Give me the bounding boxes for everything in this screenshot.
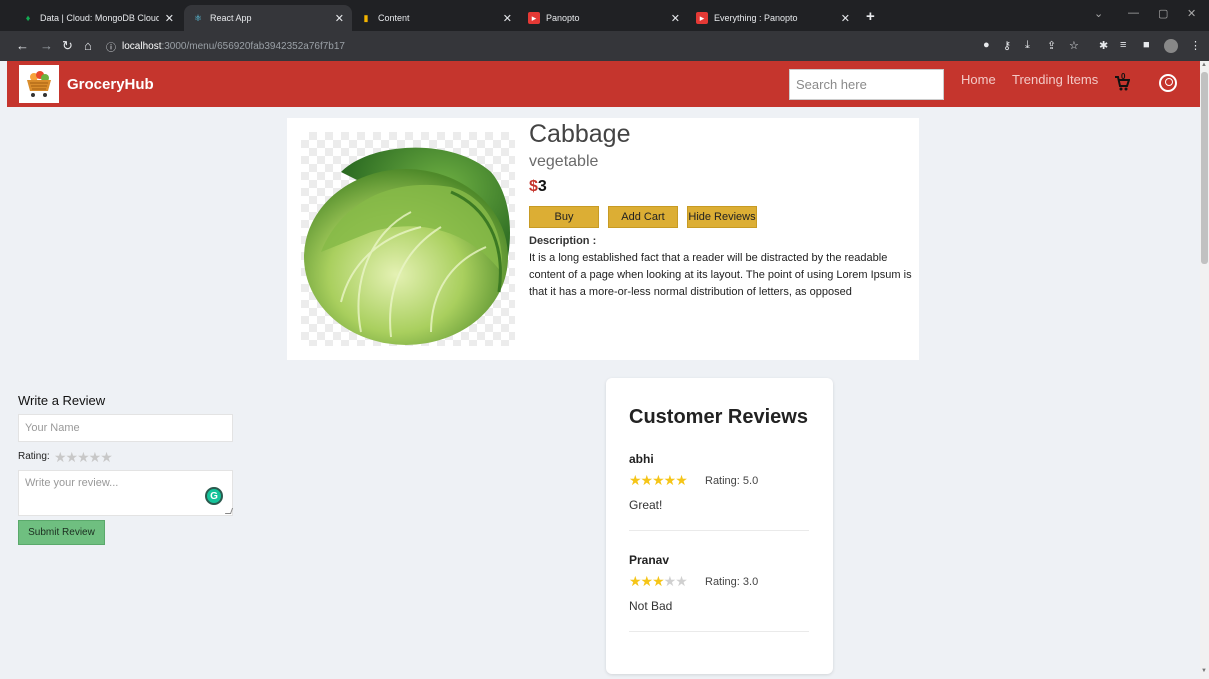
- tab-title: React App: [210, 13, 252, 23]
- reviews-title: Customer Reviews: [629, 406, 808, 428]
- url-host: localhost: [122, 40, 162, 52]
- review-text: Great!: [629, 498, 663, 512]
- reload-icon[interactable]: ↻: [62, 38, 73, 54]
- cart-count-badge: 0: [1121, 72, 1126, 81]
- review-author: abhi: [629, 452, 654, 466]
- address-bar: ← → ↻ ⌂ ⓘ localhost:3000/menu/656920fab3…: [0, 31, 1209, 61]
- add-cart-button[interactable]: Add Cart: [608, 206, 678, 228]
- bookmark-star-icon[interactable]: ☆: [1069, 39, 1079, 52]
- submit-review-button[interactable]: Submit Review: [18, 520, 105, 545]
- profile-avatar[interactable]: [1164, 39, 1178, 53]
- minimize-icon[interactable]: —: [1128, 7, 1139, 19]
- tab-search-icon[interactable]: ⌄: [1094, 7, 1103, 20]
- new-tab-icon[interactable]: +: [866, 8, 875, 25]
- review-author: Pranav: [629, 553, 670, 567]
- scrollbar-thumb[interactable]: [1201, 72, 1208, 264]
- bar-chart-icon: ▮: [363, 12, 369, 23]
- side-panel-icon[interactable]: ■: [1143, 39, 1150, 51]
- review-text-input[interactable]: [18, 470, 233, 516]
- search-input[interactable]: [789, 69, 944, 100]
- close-icon[interactable]: ✕: [841, 12, 850, 25]
- scroll-down-icon[interactable]: ▼: [1201, 668, 1207, 674]
- nav-trending-items[interactable]: Trending Items: [1012, 72, 1098, 87]
- react-icon: ⚛: [193, 12, 203, 23]
- location-icon[interactable]: ●: [983, 39, 990, 51]
- tab-panopto[interactable]: ▸ Panopto ✕: [520, 5, 688, 31]
- review-text: Not Bad: [629, 599, 673, 613]
- review-score: Rating: 5.0: [705, 475, 759, 487]
- close-icon[interactable]: ✕: [165, 12, 174, 25]
- tab-title: Content: [378, 13, 410, 23]
- scroll-up-icon[interactable]: ▲: [1201, 62, 1207, 68]
- description-label: Description :: [529, 235, 597, 247]
- extensions-icon[interactable]: ✱: [1099, 39, 1108, 52]
- grocery-basket-logo[interactable]: [19, 65, 59, 103]
- review-stars: ★★★★★: [629, 472, 688, 488]
- close-icon[interactable]: ✕: [503, 12, 512, 25]
- tab-content[interactable]: ▮ Content ✕: [352, 5, 520, 31]
- restore-icon[interactable]: ▢: [1158, 7, 1168, 20]
- review-score: Rating: 3.0: [705, 576, 759, 588]
- product-category: vegetable: [529, 153, 599, 170]
- grammarly-icon[interactable]: G: [205, 487, 223, 505]
- product-price: $3: [529, 178, 547, 196]
- review-item: Pranav ★★★★★ Rating: 3.0 Not Bad: [629, 553, 809, 633]
- share-icon[interactable]: ⇪: [1047, 39, 1056, 52]
- product-card: Cabbage vegetable $3 Buy Add Cart Hide R…: [287, 118, 919, 360]
- tab-title: Data | Cloud: MongoDB Cloud: [40, 13, 159, 23]
- app-header: GroceryHub Home Trending Items 0: [7, 61, 1200, 107]
- cart-icon[interactable]: 0: [1114, 72, 1131, 94]
- url-field[interactable]: ⓘ localhost:3000/menu/656920fab3942352a7…: [106, 35, 966, 57]
- close-icon[interactable]: ✕: [671, 12, 680, 25]
- home-icon[interactable]: ⌂: [84, 38, 92, 53]
- back-icon[interactable]: ←: [16, 38, 29, 53]
- product-image: [301, 132, 515, 346]
- product-description: It is a long established fact that a rea…: [529, 252, 912, 298]
- divider: [629, 631, 809, 632]
- user-account-icon[interactable]: [1159, 74, 1177, 92]
- price-currency: $: [529, 178, 538, 195]
- review-item: abhi ★★★★★ Rating: 5.0 Great!: [629, 452, 809, 532]
- hide-reviews-button[interactable]: Hide Reviews: [687, 206, 757, 228]
- close-icon[interactable]: ✕: [335, 12, 344, 25]
- install-icon[interactable]: ⤓: [1025, 39, 1030, 52]
- tab-title: Everything : Panopto: [714, 13, 798, 23]
- rating-label: Rating:: [18, 451, 50, 462]
- menu-kebab-icon[interactable]: ⋮: [1190, 39, 1201, 52]
- reviewer-name-input[interactable]: [18, 414, 233, 442]
- tab-react-app[interactable]: ⚛ React App ✕: [184, 5, 352, 31]
- tab-title: Panopto: [546, 13, 580, 23]
- customer-reviews-panel: Customer Reviews abhi ★★★★★ Rating: 5.0 …: [606, 378, 833, 674]
- divider: [629, 530, 809, 531]
- close-window-icon[interactable]: ✕: [1187, 7, 1196, 20]
- tab-mongodb[interactable]: ♦ Data | Cloud: MongoDB Cloud ✕: [14, 5, 182, 31]
- forward-icon[interactable]: →: [40, 38, 53, 53]
- brand-name[interactable]: GroceryHub: [67, 76, 154, 93]
- buy-button[interactable]: Buy: [529, 206, 599, 228]
- rating-star-picker[interactable]: ★★★★★: [54, 449, 113, 466]
- product-name: Cabbage: [529, 120, 631, 148]
- tab-everything-panopto[interactable]: ▸ Everything : Panopto ✕: [688, 5, 858, 31]
- url-path: :3000/menu/656920fab3942352a76f7b17: [161, 40, 345, 52]
- price-value: 3: [537, 178, 547, 195]
- mongodb-leaf-icon: ♦: [25, 13, 31, 23]
- nav-home[interactable]: Home: [961, 72, 996, 87]
- key-icon[interactable]: ⚷: [1003, 39, 1011, 52]
- reading-list-icon[interactable]: ≡: [1120, 39, 1126, 51]
- write-review-title: Write a Review: [18, 393, 106, 408]
- review-stars: ★★★★★: [629, 573, 688, 589]
- browser-tab-bar: ♦ Data | Cloud: MongoDB Cloud ✕ ⚛ React …: [0, 0, 1209, 31]
- panopto-icon: ▸: [696, 12, 708, 24]
- info-icon[interactable]: ⓘ: [106, 39, 116, 54]
- panopto-icon: ▸: [528, 12, 540, 24]
